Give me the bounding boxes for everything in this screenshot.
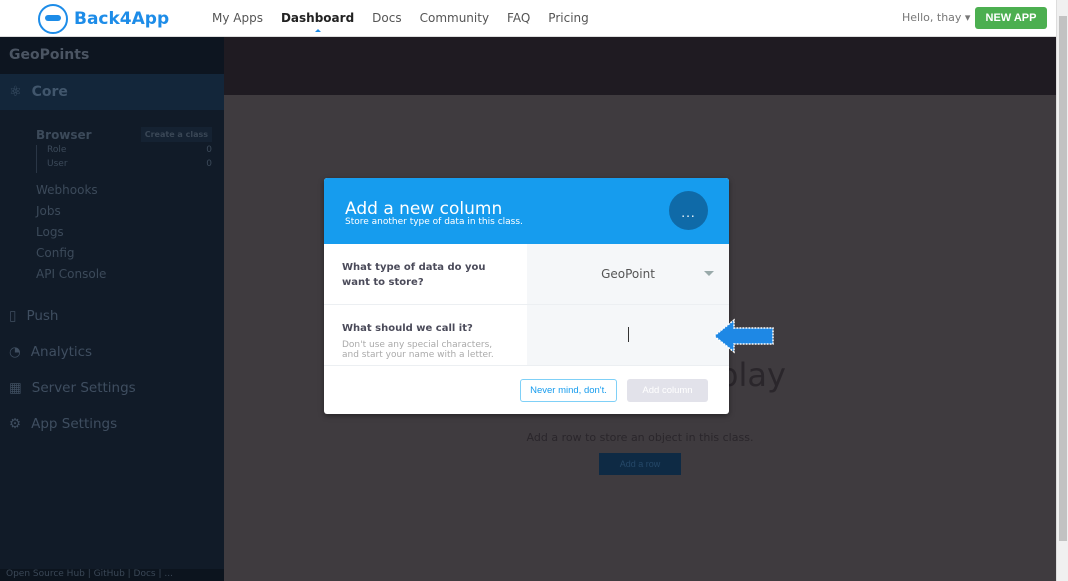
modal-subtitle: Store another type of data in this class… — [345, 217, 523, 227]
app-selector[interactable]: GeoPoints — [0, 37, 224, 74]
section-label: Push — [26, 308, 59, 324]
more-icon: ... — [669, 191, 708, 230]
sidebar-item-api-console[interactable]: API Console — [36, 263, 224, 284]
sidebar-item-config[interactable]: Config — [36, 242, 224, 263]
empty-state-subtitle: Add a row to store an object in this cla… — [526, 431, 754, 444]
cancel-button[interactable]: Never mind, don't. — [520, 379, 617, 402]
column-name-input[interactable] — [527, 305, 729, 365]
gear-icon: ⚙ — [9, 416, 22, 432]
type-value: GeoPoint — [601, 267, 655, 281]
core-label: Core — [31, 84, 68, 100]
sidebar-item-app-settings[interactable]: ⚙ App Settings — [0, 406, 224, 442]
sidebar-footer-links[interactable]: Open Source Hub | GitHub | Docs | ... — [0, 569, 224, 581]
sidebar-item-logs[interactable]: Logs — [36, 221, 224, 242]
sidebar-item-jobs[interactable]: Jobs — [36, 200, 224, 221]
robot-logo-icon — [38, 4, 68, 34]
nav-community[interactable]: Community — [420, 11, 489, 25]
grid-icon: ▦ — [9, 380, 22, 396]
type-select[interactable]: GeoPoint — [527, 244, 729, 304]
brand-name: Back4App — [74, 9, 170, 29]
section-label: App Settings — [31, 416, 118, 432]
add-column-button[interactable]: Add column — [627, 379, 708, 402]
sidebar-item-core[interactable]: ⚛ Core — [0, 74, 224, 110]
sidebar-item-webhooks[interactable]: Webhooks — [36, 179, 224, 200]
pointer-arrow-icon — [712, 318, 774, 354]
greeting: Hello, thay — [902, 11, 962, 24]
section-label: Server Settings — [31, 380, 136, 396]
add-column-modal: Add a new column Store another type of d… — [324, 178, 729, 414]
caret-down-icon: ▾ — [964, 11, 971, 24]
section-label: Analytics — [30, 344, 93, 360]
push-icon: ▯ — [9, 308, 17, 324]
dropdown-caret-icon — [704, 271, 714, 281]
sidebar-item-push[interactable]: ▯ Push — [0, 298, 224, 334]
atom-icon: ⚛ — [9, 84, 22, 100]
nav-faq[interactable]: FAQ — [507, 11, 530, 25]
sidebar: GeoPoints ⚛ Core Browser Create a class Ro… — [0, 37, 224, 581]
text-cursor — [628, 327, 629, 342]
class-count: 0 — [206, 145, 212, 155]
class-name: User — [47, 159, 68, 169]
sidebar-item-analytics[interactable]: ◔ Analytics — [0, 334, 224, 370]
user-menu[interactable]: Hello, thay ▾ — [902, 11, 970, 24]
create-class-button[interactable]: Create a class — [140, 127, 212, 142]
scrollbar-thumb[interactable] — [1059, 16, 1067, 541]
brand-logo[interactable]: Back4App — [38, 4, 169, 34]
class-item-user[interactable]: User 0 — [36, 159, 224, 173]
sidebar-item-browser[interactable]: Browser — [36, 128, 92, 142]
sidebar-item-server-settings[interactable]: ▦ Server Settings — [0, 370, 224, 406]
nav-dashboard[interactable]: Dashboard — [281, 11, 354, 32]
modal-title: Add a new column — [345, 199, 503, 219]
new-app-button[interactable]: NEW APP — [975, 7, 1047, 29]
analytics-icon: ◔ — [9, 344, 21, 360]
type-label: What type of data do you want to store? — [342, 262, 486, 288]
name-help: Don't use any special characters, and st… — [342, 340, 494, 360]
page-scrollbar[interactable] — [1056, 0, 1068, 581]
class-count: 0 — [206, 159, 212, 169]
nav-my-apps[interactable]: My Apps — [212, 11, 263, 25]
browser-toolbar — [224, 37, 1056, 95]
class-item-role[interactable]: Role 0 — [36, 145, 224, 159]
nav-pricing[interactable]: Pricing — [548, 11, 588, 25]
nav-docs[interactable]: Docs — [372, 11, 401, 25]
name-label: What should we call it? — [342, 323, 473, 334]
class-name: Role — [47, 145, 67, 155]
add-row-button[interactable]: Add a row — [599, 453, 681, 475]
top-navbar: Back4App My Apps Dashboard Docs Communit… — [0, 0, 1056, 37]
